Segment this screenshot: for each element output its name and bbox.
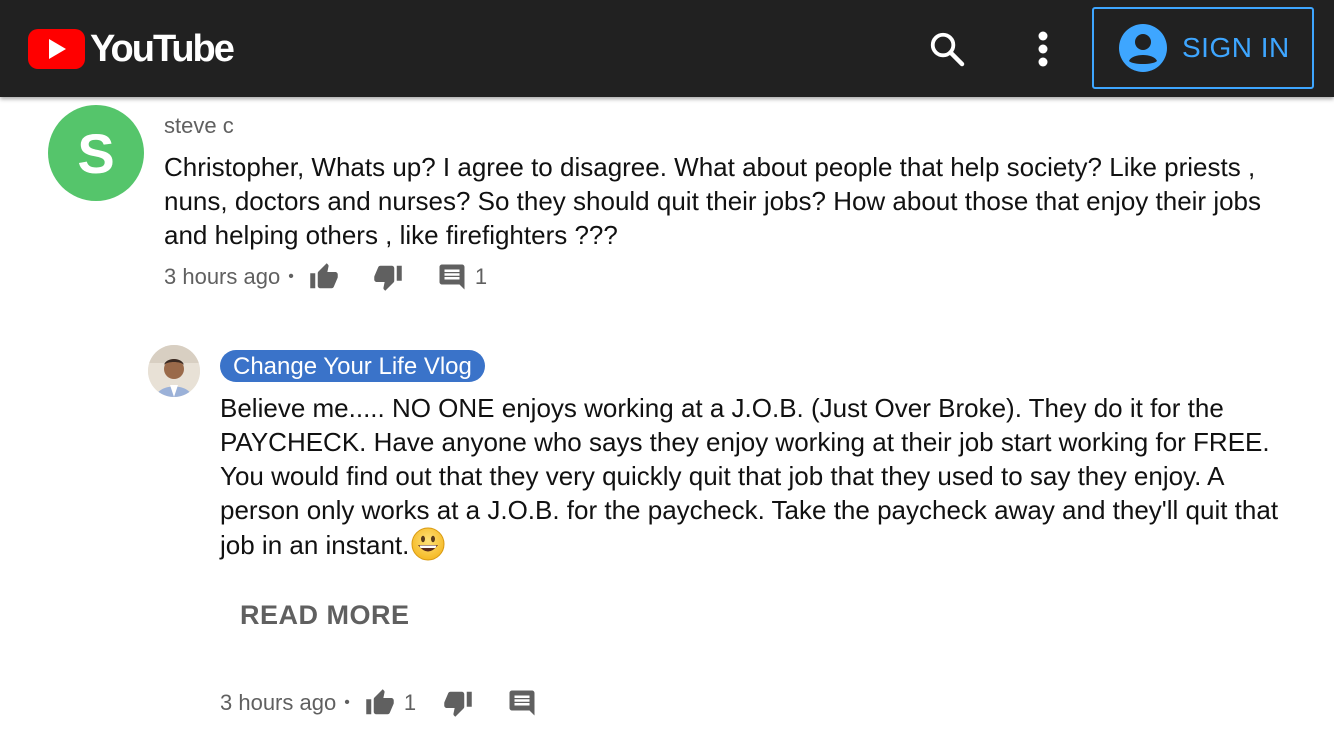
- youtube-play-icon: [28, 29, 85, 69]
- reply-button[interactable]: [437, 262, 467, 292]
- reply-count: 1: [474, 264, 488, 289]
- sign-in-button[interactable]: SIGN IN: [1092, 7, 1314, 89]
- reply-meta: 3 hours ago • 1: [220, 683, 537, 723]
- sign-in-label: SIGN IN: [1182, 32, 1290, 63]
- comment-meta: 3 hours ago • 1: [164, 257, 487, 297]
- search-button[interactable]: [922, 26, 972, 72]
- thumb-down-icon: [444, 691, 472, 717]
- grinning-face-icon: [411, 527, 445, 561]
- channel-author-badge[interactable]: Change Your Life Vlog: [220, 350, 485, 382]
- more-options-button[interactable]: [1020, 26, 1066, 72]
- thumb-down-icon: [374, 265, 402, 291]
- reply-button[interactable]: [507, 688, 537, 718]
- like-button[interactable]: [364, 688, 396, 718]
- comment-time[interactable]: 3 hours ago: [164, 264, 280, 290]
- thumb-up-icon: [310, 263, 338, 289]
- avatar[interactable]: [148, 345, 200, 397]
- more-vert-icon: [1038, 31, 1048, 67]
- top-app-bar: YouTube SIGN IN: [0, 0, 1334, 97]
- reply-text: Believe me..... NO ONE enjoys working at…: [220, 391, 1280, 562]
- separator-dot: •: [288, 268, 294, 285]
- account-circle-icon: [1119, 24, 1167, 72]
- comment-text: Christopher, Whats up? I agree to disagr…: [164, 152, 1262, 250]
- dislike-button[interactable]: [372, 262, 404, 292]
- like-count: 1: [403, 690, 417, 715]
- logo-wordmark: YouTube: [90, 28, 235, 70]
- avatar[interactable]: S: [48, 105, 144, 201]
- thumb-up-icon: [366, 689, 394, 715]
- dislike-button[interactable]: [442, 688, 474, 718]
- reply-text-content: Believe me..... NO ONE enjoys working at…: [220, 393, 1279, 560]
- read-more-button[interactable]: READ MORE: [240, 600, 410, 631]
- search-icon: [930, 32, 965, 67]
- comment-author[interactable]: steve c: [164, 113, 234, 139]
- like-button[interactable]: [308, 262, 340, 292]
- reply-time[interactable]: 3 hours ago: [220, 690, 336, 716]
- comment-icon: [439, 264, 465, 290]
- comment-icon: [509, 690, 535, 716]
- separator-dot: •: [344, 694, 350, 711]
- youtube-logo[interactable]: YouTube: [28, 28, 235, 70]
